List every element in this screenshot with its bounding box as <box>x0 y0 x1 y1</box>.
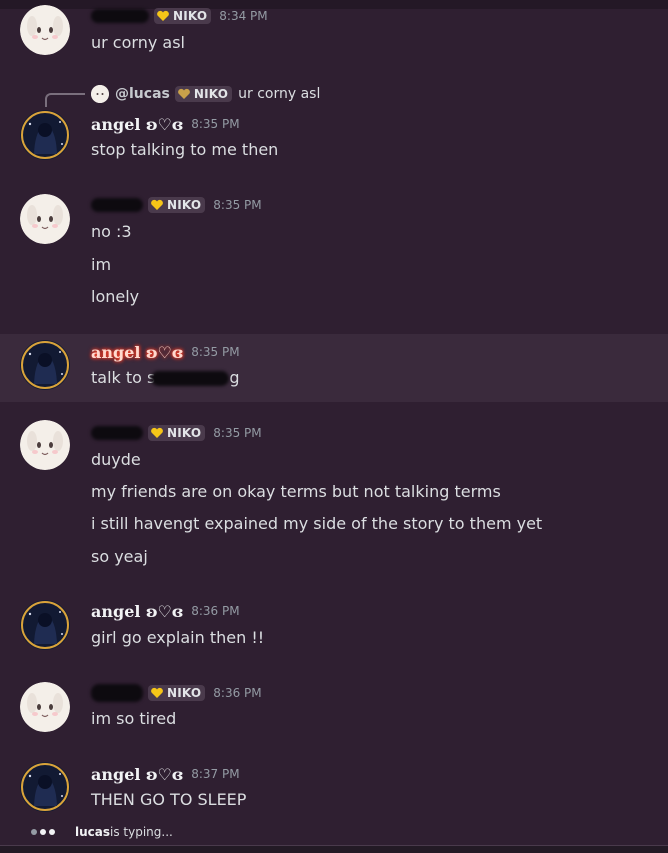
message-item[interactable]: angel ʚ♡ɞ 8:37 PM THEN GO TO SLEEP <box>0 750 668 820</box>
redacted-username <box>91 198 143 212</box>
guild-tag[interactable]: NIKO <box>154 8 212 24</box>
message-text: im <box>91 255 112 274</box>
guild-tag[interactable]: NIKO <box>174 86 233 102</box>
message-header: angel ʚ♡ɞ 8:37 PM <box>91 764 240 784</box>
message-text: girl go explain then !! <box>91 628 265 647</box>
message-header: angel ʚ♡ɞ 8:36 PM <box>91 601 240 621</box>
guild-tag[interactable]: NIKO <box>148 197 206 213</box>
avatar-bunny[interactable] <box>20 5 70 55</box>
reply-avatar <box>91 85 109 103</box>
message-item[interactable]: NIKO 8:34 PM ur corny asl <box>0 0 668 74</box>
avatar-angel[interactable] <box>20 762 70 812</box>
message-header: NIKO 8:36 PM <box>91 683 262 703</box>
message-item[interactable]: @lucas NIKO ur corny asl angel ʚ♡ɞ 8:35 … <box>0 74 668 174</box>
redacted-username <box>91 684 143 702</box>
message-header: angel ʚ♡ɞ 8:35 PM <box>91 342 240 362</box>
message-text: THEN GO TO SLEEP <box>91 790 247 809</box>
message-text: talk to sg <box>91 368 240 387</box>
author-name[interactable]: angel ʚ♡ɞ <box>91 343 183 362</box>
heart-icon <box>177 88 190 99</box>
message-text: ur corny asl <box>91 33 185 52</box>
timestamp: 8:35 PM <box>213 426 262 440</box>
heart-icon <box>157 10 169 21</box>
typing-indicator: lucas is typing... <box>31 822 173 842</box>
message-text: i still havengt expained my side of the … <box>91 514 543 533</box>
timestamp: 8:35 PM <box>191 345 240 359</box>
message-text: duyde <box>91 450 141 469</box>
timestamp: 8:36 PM <box>191 604 240 618</box>
message-item[interactable]: NIKO 8:36 PM im so tired <box>0 670 668 750</box>
avatar-bunny[interactable] <box>20 682 70 732</box>
avatar-angel[interactable] <box>20 110 70 160</box>
typing-dots-icon <box>31 829 55 835</box>
avatar-bunny[interactable] <box>20 420 70 470</box>
redacted-username <box>91 426 143 440</box>
guild-tag[interactable]: NIKO <box>148 685 206 701</box>
timestamp: 8:35 PM <box>213 198 262 212</box>
author-name[interactable]: angel ʚ♡ɞ <box>91 115 183 134</box>
message-item[interactable]: NIKO 8:35 PM duyde my friends are on oka… <box>0 402 668 590</box>
message-text: lonely <box>91 287 140 306</box>
message-header: NIKO 8:34 PM <box>91 6 268 26</box>
author-name[interactable]: angel ʚ♡ɞ <box>91 765 183 784</box>
redacted-text <box>151 371 230 386</box>
message-header: NIKO 8:35 PM <box>91 423 262 443</box>
heart-icon <box>151 427 163 438</box>
message-item[interactable]: angel ʚ♡ɞ 8:36 PM girl go explain then !… <box>0 590 668 670</box>
avatar-angel[interactable] <box>20 340 70 390</box>
message-item[interactable]: angel ʚ♡ɞ 8:35 PM talk to sg <box>0 334 668 402</box>
timestamp: 8:34 PM <box>219 9 268 23</box>
message-text: stop talking to me then <box>91 140 279 159</box>
heart-icon <box>151 687 163 698</box>
timestamp: 8:37 PM <box>191 767 240 781</box>
message-text: no :3 <box>91 222 132 241</box>
heart-icon <box>151 199 163 210</box>
avatar-bunny[interactable] <box>20 194 70 244</box>
reply-author[interactable]: @lucas <box>115 86 170 102</box>
reply-preview[interactable]: @lucas NIKO ur corny asl <box>91 84 320 104</box>
typing-suffix: is typing... <box>110 825 173 839</box>
avatar-angel[interactable] <box>20 600 70 650</box>
message-header: NIKO 8:35 PM <box>91 195 262 215</box>
message-text: so yeaj <box>91 547 148 566</box>
guild-tag[interactable]: NIKO <box>148 425 206 441</box>
message-item[interactable]: NIKO 8:35 PM no :3 im lonely <box>0 174 668 334</box>
reply-text: ur corny asl <box>238 86 321 102</box>
timestamp: 8:35 PM <box>191 117 240 131</box>
message-header: angel ʚ♡ɞ 8:35 PM <box>91 114 240 134</box>
redacted-username <box>91 9 149 23</box>
reply-spine <box>45 93 85 107</box>
typing-user[interactable]: lucas <box>75 825 110 839</box>
message-text: my friends are on okay terms but not tal… <box>91 482 501 501</box>
timestamp: 8:36 PM <box>213 686 262 700</box>
author-name[interactable]: angel ʚ♡ɞ <box>91 602 183 621</box>
message-text: im so tired <box>91 709 177 728</box>
